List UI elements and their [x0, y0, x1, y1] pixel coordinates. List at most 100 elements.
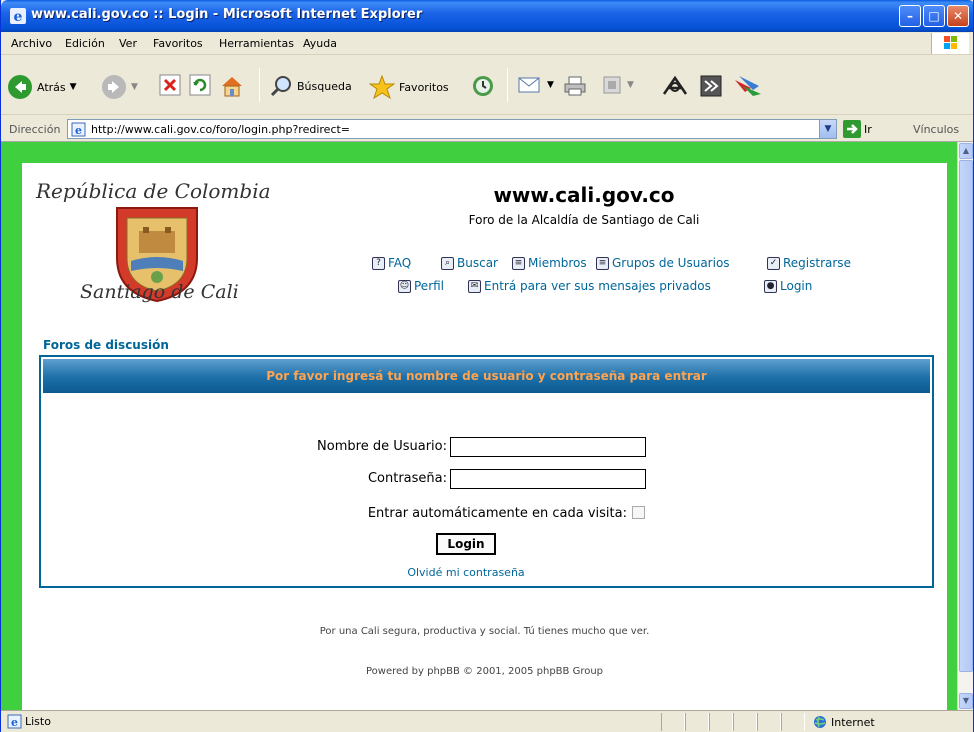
groups-icon: ≡ — [596, 256, 609, 270]
forward-dropdown-icon[interactable]: ▼ — [131, 82, 138, 92]
maximize-button[interactable]: □ — [923, 5, 945, 27]
nav-messages-label: Entrá para ver sus mensajes privados — [484, 279, 711, 293]
history-button[interactable] — [471, 74, 495, 98]
research-button[interactable] — [699, 74, 723, 98]
nav-register-label: Registrarse — [783, 256, 851, 270]
print-button[interactable] — [563, 74, 587, 98]
forward-icon — [102, 75, 126, 99]
mail-button[interactable]: ▼ — [517, 74, 554, 96]
toolbar-separator — [507, 68, 508, 102]
security-zone: Internet — [813, 715, 875, 729]
window-title: www.cali.gov.co :: Login - Microsoft Int… — [31, 7, 423, 22]
internet-zone-icon — [814, 716, 826, 728]
address-dropdown-icon[interactable]: ▼ — [819, 120, 836, 138]
minimize-button[interactable]: – — [899, 5, 921, 27]
scroll-up-icon[interactable]: ▲ — [959, 143, 973, 159]
nav-profile[interactable]: ☺ Perfil — [398, 279, 444, 293]
faq-icon: ? — [372, 256, 385, 270]
forgot-password-link[interactable]: Olvidé mi contraseña — [372, 566, 560, 579]
nav-groups[interactable]: ≡ Grupos de Usuarios — [596, 256, 730, 270]
toolbar-separator — [259, 68, 260, 102]
autologin-label: Entrar automáticamente en cada visita: — [367, 506, 627, 521]
search-icon: ⌕ — [441, 256, 454, 270]
username-label: Nombre de Usuario: — [317, 439, 447, 454]
favorites-icon — [369, 74, 395, 100]
nav-search[interactable]: ⌕ Buscar — [441, 256, 498, 270]
go-button[interactable]: Ir — [843, 120, 872, 138]
status-bar: e Listo Internet — [1, 710, 973, 732]
zone-label: Internet — [831, 715, 875, 729]
register-icon: ✓ — [767, 256, 780, 270]
nav-profile-label: Perfil — [414, 279, 445, 293]
history-icon — [473, 76, 493, 96]
discuss-button[interactable] — [733, 74, 763, 98]
page-icon: e — [7, 714, 22, 729]
footer-powered: Powered by phpBB © 2001, 2005 phpBB Grou… — [365, 666, 604, 677]
svg-text:e: e — [75, 124, 82, 137]
login-submit-button[interactable]: Login — [436, 533, 496, 555]
menu-favoritos[interactable]: Favoritos — [153, 37, 203, 50]
research-icon — [700, 75, 722, 97]
edit-icon — [603, 76, 621, 94]
logo-top-text: República de Colombia — [36, 179, 271, 203]
menu-ver[interactable]: Ver — [119, 37, 137, 50]
nav-search-label: Buscar — [457, 256, 498, 270]
menu-bar: Archivo Edición Ver Favoritos Herramient… — [1, 32, 973, 55]
forums-link[interactable]: Foros de discusión — [43, 338, 169, 352]
menu-edicion[interactable]: Edición — [65, 37, 105, 50]
home-button[interactable] — [219, 74, 245, 98]
mail-dropdown-icon[interactable]: ▼ — [547, 80, 554, 90]
edit-button[interactable]: ▼ — [601, 74, 634, 96]
nav-login[interactable]: ● Login — [764, 279, 812, 293]
title-bar[interactable]: e www.cali.gov.co :: Login - Microsoft I… — [1, 0, 973, 32]
nav-faq[interactable]: ? FAQ — [372, 256, 411, 270]
password-input[interactable] — [450, 469, 646, 489]
forward-button[interactable]: ▼ — [101, 74, 138, 100]
toolbar: Atrás ▼ ▼ Búsqueda Favoritos ▼ ▼ — [1, 56, 973, 115]
address-input[interactable]: e http://www.cali.gov.co/foro/login.php?… — [67, 119, 837, 139]
search-label: Búsqueda — [297, 79, 352, 93]
status-segment — [733, 713, 757, 731]
menu-herramientas[interactable]: Herramientas — [219, 37, 294, 50]
messages-icon: ✉ — [468, 279, 481, 293]
back-label: Atrás — [37, 80, 66, 94]
back-button[interactable]: Atrás ▼ — [7, 74, 77, 100]
messenger-button[interactable] — [661, 74, 689, 100]
nav-members[interactable]: ≡ Miembros — [512, 256, 587, 270]
autologin-checkbox[interactable] — [632, 506, 645, 519]
search-button[interactable]: Búsqueda — [269, 74, 352, 98]
site-title: www.cali.gov.co — [493, 183, 675, 207]
nav-members-label: Miembros — [528, 256, 587, 270]
footer-slogan: Por una Cali segura, productiva y social… — [319, 626, 650, 637]
login-icon: ● — [764, 279, 777, 293]
scroll-down-icon[interactable]: ▼ — [959, 693, 973, 709]
close-button[interactable]: ✕ — [947, 5, 969, 27]
stop-button[interactable] — [159, 74, 181, 96]
address-label: Dirección — [9, 123, 61, 136]
edit-dropdown-icon[interactable]: ▼ — [627, 80, 634, 90]
favorites-button[interactable]: Favoritos — [369, 74, 449, 100]
mail-icon — [518, 77, 540, 93]
profile-icon: ☺ — [398, 279, 411, 293]
print-icon — [564, 76, 586, 96]
refresh-icon — [189, 74, 211, 96]
nav-messages[interactable]: ✉ Entrá para ver sus mensajes privados — [468, 279, 711, 293]
back-dropdown-icon[interactable]: ▼ — [70, 82, 77, 92]
stop-icon — [159, 74, 181, 96]
vertical-scrollbar[interactable]: ▲ ▼ — [957, 142, 973, 710]
menu-ayuda[interactable]: Ayuda — [303, 37, 337, 50]
search-icon — [270, 76, 291, 97]
links-label[interactable]: Vínculos — [913, 123, 959, 136]
status-segment — [685, 713, 709, 731]
menu-archivo[interactable]: Archivo — [11, 37, 52, 50]
username-input[interactable] — [450, 437, 646, 457]
windows-logo-icon — [931, 33, 969, 54]
nav-login-label: Login — [780, 279, 813, 293]
scroll-thumb[interactable] — [959, 160, 973, 672]
nav-register[interactable]: ✓ Registrarse — [767, 256, 851, 270]
browser-window: e www.cali.gov.co :: Login - Microsoft I… — [0, 0, 974, 732]
login-form-header: Por favor ingresá tu nombre de usuario y… — [43, 359, 930, 393]
refresh-button[interactable] — [189, 74, 211, 96]
members-icon: ≡ — [512, 256, 525, 270]
favorites-label: Favoritos — [399, 80, 449, 94]
